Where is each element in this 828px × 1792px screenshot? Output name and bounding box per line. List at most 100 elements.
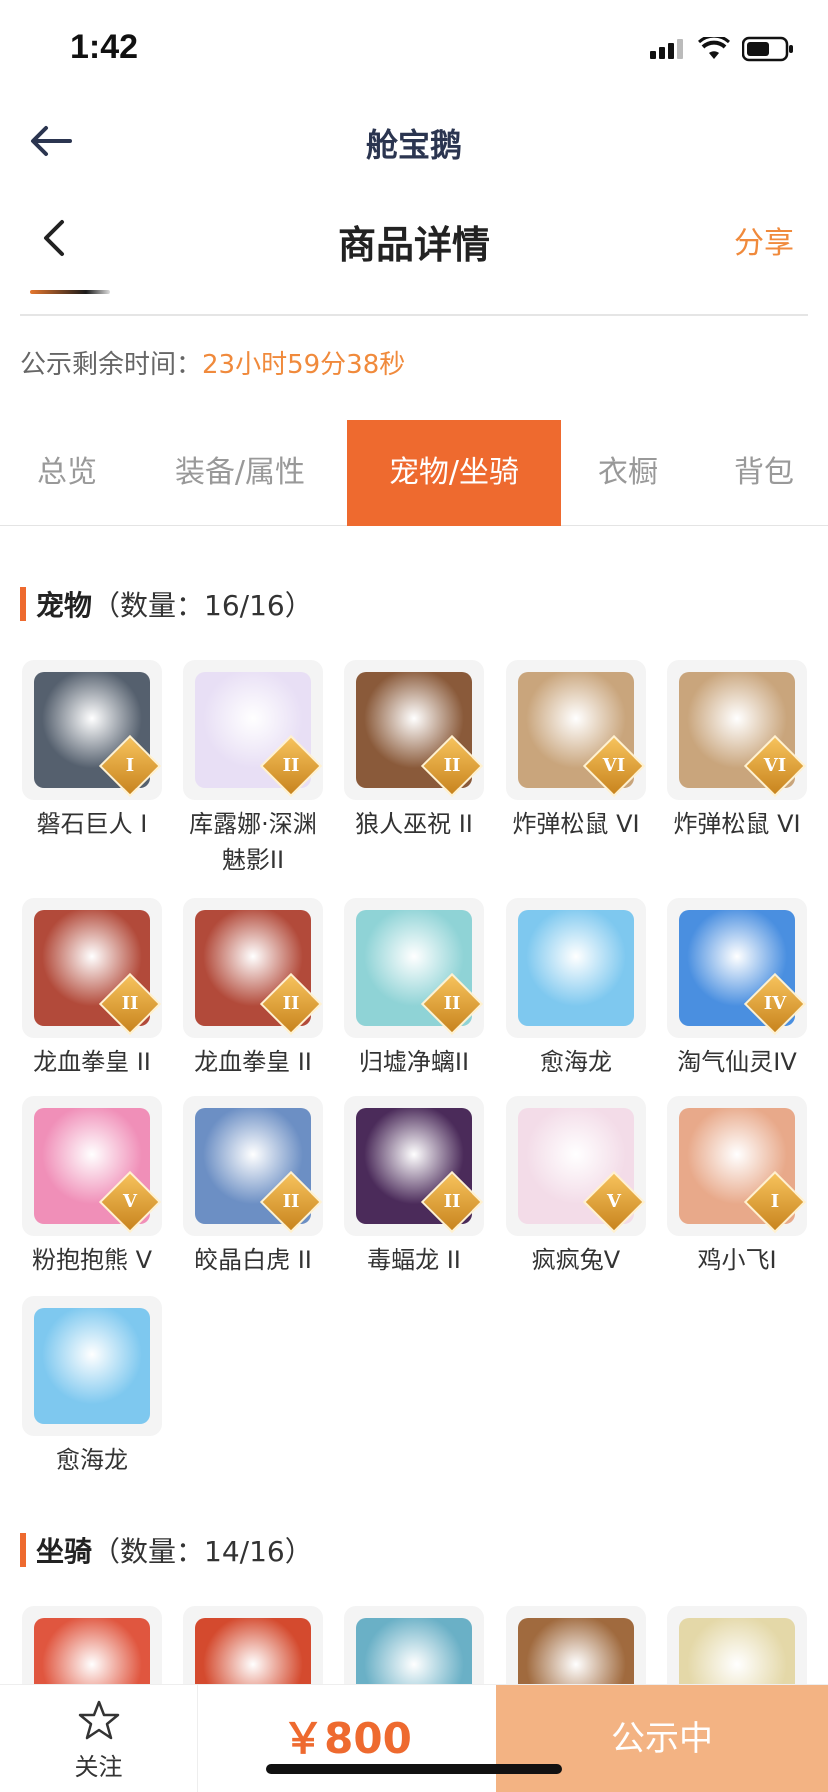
bottom-action-bar: 关注 ￥800 公示中 xyxy=(0,1684,828,1792)
pet-name: 龙血拳皇 II xyxy=(33,1048,151,1076)
wifi-icon xyxy=(698,37,730,59)
rank-badge-text: II xyxy=(443,755,461,776)
pet-thumbnail: VI xyxy=(667,660,807,800)
tab-equipment[interactable]: 装备/属性 xyxy=(148,420,332,526)
pet-item[interactable]: 愈海龙 xyxy=(506,898,646,1080)
pet-thumbnail: II xyxy=(344,660,484,800)
scroll-accent-line xyxy=(30,290,110,294)
pet-thumbnail: II xyxy=(344,1096,484,1236)
section-marker xyxy=(20,587,26,621)
pet-name: 库露娜·深渊魅影II xyxy=(189,810,317,874)
mounts-section-header: 坐骑 （数量：14/16） xyxy=(20,1530,313,1570)
pet-name: 龙血拳皇 II xyxy=(194,1048,312,1076)
rank-badge-text: V xyxy=(123,1191,137,1212)
pet-name: 炸弹松鼠 VI xyxy=(673,810,801,838)
rank-badge-text: IV xyxy=(763,993,787,1014)
rank-badge-text: I xyxy=(125,755,135,776)
divider xyxy=(20,314,808,316)
pet-item[interactable]: II 龙血拳皇 II xyxy=(183,898,323,1080)
price: ￥800 xyxy=(282,1714,412,1763)
tab-bar: 总览 装备/属性 宠物/坐骑 衣橱 背包 xyxy=(0,420,828,526)
pet-item[interactable]: II 毒蝠龙 II xyxy=(344,1096,484,1278)
rank-badge-text: II xyxy=(443,1191,461,1212)
pet-name: 粉抱抱熊 V xyxy=(31,1246,153,1274)
pet-item[interactable]: II 狼人巫祝 II xyxy=(344,660,484,842)
pet-name: 炸弹松鼠 VI xyxy=(512,810,640,838)
countdown-value: 23小时59分38秒 xyxy=(202,350,406,380)
pet-portrait xyxy=(34,1308,150,1424)
pet-item[interactable]: I 磐石巨人 I xyxy=(22,660,162,842)
pet-item[interactable]: VI 炸弹松鼠 VI xyxy=(667,660,807,842)
rank-badge-text: II xyxy=(443,993,461,1014)
follow-label: 关注 xyxy=(74,1753,123,1781)
pet-item[interactable]: II 皎晶白虎 II xyxy=(183,1096,323,1278)
pet-name: 归墟净螭II xyxy=(358,1048,470,1076)
pet-name: 皎晶白虎 II xyxy=(194,1246,312,1274)
pet-item[interactable]: V 疯疯兔V xyxy=(506,1096,646,1278)
status-time: 1:42 xyxy=(70,28,139,66)
pet-name: 淘气仙灵IV xyxy=(677,1048,797,1076)
rank-badge-text: VI xyxy=(763,755,787,776)
pet-thumbnail: V xyxy=(22,1096,162,1236)
rank-badge-text: II xyxy=(282,993,300,1014)
pet-thumbnail: II xyxy=(344,898,484,1038)
pet-name: 愈海龙 xyxy=(540,1048,612,1076)
pet-thumbnail: VI xyxy=(506,660,646,800)
status-icons xyxy=(650,36,794,62)
status-bar: 1:42 xyxy=(0,0,828,96)
pet-item[interactable]: V 粉抱抱熊 V xyxy=(22,1096,162,1278)
pet-name: 毒蝠龙 II xyxy=(367,1246,461,1274)
pet-thumbnail: II xyxy=(183,898,323,1038)
countdown-label: 公示剩余时间： xyxy=(20,350,203,380)
star-icon xyxy=(78,1700,120,1740)
pet-thumbnail: II xyxy=(183,660,323,800)
rank-badge-text: VI xyxy=(602,755,626,776)
pet-name: 愈海龙 xyxy=(56,1446,128,1474)
app-bar: 舱宝鹅 xyxy=(0,96,828,184)
rank-badge-text: V xyxy=(607,1191,621,1212)
pet-name: 狼人巫祝 II xyxy=(355,810,473,838)
rank-badge-text: I xyxy=(770,1191,780,1212)
publicity-status-button[interactable]: 公示中 xyxy=(496,1685,828,1792)
pet-item[interactable]: IV 淘气仙灵IV xyxy=(667,898,807,1080)
app-title: 舱宝鹅 xyxy=(365,126,462,164)
pet-name: 疯疯兔V xyxy=(531,1246,621,1274)
pet-name: 鸡小飞I xyxy=(697,1246,777,1274)
pet-thumbnail: I xyxy=(22,660,162,800)
tab-pets-mounts[interactable]: 宠物/坐骑 xyxy=(347,420,561,526)
pet-item[interactable]: I 鸡小飞I xyxy=(667,1096,807,1278)
pet-thumbnail: IV xyxy=(667,898,807,1038)
home-indicator xyxy=(266,1764,562,1774)
tab-backpack[interactable]: 背包 xyxy=(700,420,828,526)
rank-badge-text: II xyxy=(282,755,300,776)
pet-thumbnail: II xyxy=(183,1096,323,1236)
pet-item[interactable]: II 归墟净螭II xyxy=(344,898,484,1080)
follow-button[interactable]: 关注 xyxy=(0,1685,198,1792)
cellular-signal-icon xyxy=(650,39,683,59)
pets-section-count: （数量：16/16） xyxy=(92,589,313,622)
pet-thumbnail: I xyxy=(667,1096,807,1236)
rank-badge-text: II xyxy=(282,1191,300,1212)
pet-thumbnail: V xyxy=(506,1096,646,1236)
pets-section-title: 宠物 xyxy=(36,589,93,622)
nav-bar: 商品详情 分享 xyxy=(0,190,828,286)
rank-badge-text: II xyxy=(121,993,139,1014)
pet-portrait xyxy=(518,910,634,1026)
mounts-section-count: （数量：14/16） xyxy=(92,1535,313,1568)
pet-item[interactable]: 愈海龙 xyxy=(22,1296,162,1478)
countdown: 公示剩余时间：23小时59分38秒 xyxy=(20,344,405,381)
tab-overview[interactable]: 总览 xyxy=(0,420,134,526)
pet-item[interactable]: II 库露娜·深渊魅影II xyxy=(183,660,323,878)
section-marker xyxy=(20,1533,26,1567)
pets-section-header: 宠物 （数量：16/16） xyxy=(20,584,313,624)
mounts-section-title: 坐骑 xyxy=(36,1535,93,1568)
share-button[interactable]: 分享 xyxy=(734,218,794,262)
pet-item[interactable]: VI 炸弹松鼠 VI xyxy=(506,660,646,842)
pet-item[interactable]: II 龙血拳皇 II xyxy=(22,898,162,1080)
pet-thumbnail: II xyxy=(22,898,162,1038)
pet-thumbnail xyxy=(22,1296,162,1436)
pet-name: 磐石巨人 I xyxy=(36,810,148,838)
tab-wardrobe[interactable]: 衣橱 xyxy=(576,420,680,526)
page-title: 商品详情 xyxy=(337,223,490,267)
pet-thumbnail xyxy=(506,898,646,1038)
